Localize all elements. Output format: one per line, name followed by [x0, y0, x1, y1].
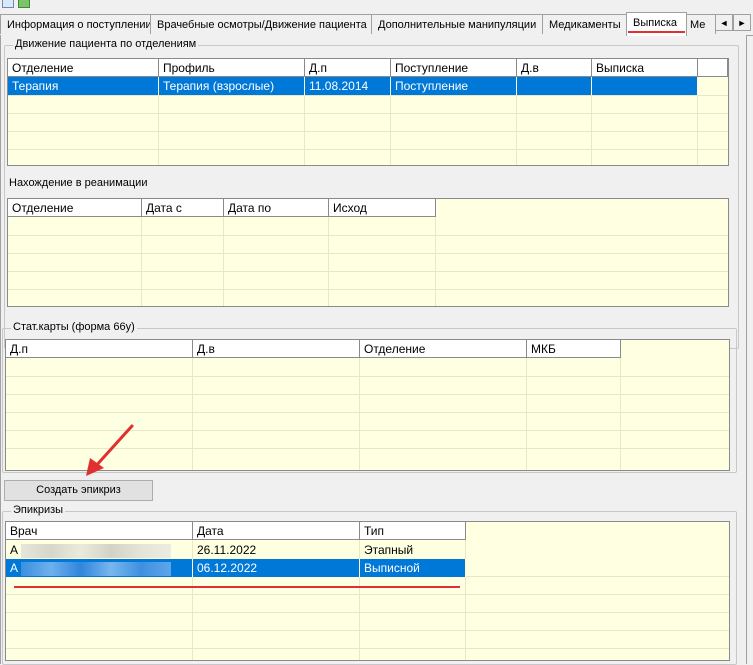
chevron-right-icon: ► [737, 18, 747, 28]
col-header-type[interactable]: Тип [360, 522, 466, 540]
active-tab-annotation [628, 31, 685, 33]
save-icon[interactable] [18, 0, 30, 8]
epicrises-legend: Эпикризы [11, 504, 66, 516]
col-header-otdelenie[interactable]: Отделение [8, 199, 142, 217]
reanimation-grid-header: Отделение Дата с Дата по Исход [8, 199, 436, 217]
tab-admission-info[interactable]: Информация о поступлении [0, 14, 152, 34]
col-header-vypiska[interactable]: Выписка [592, 59, 698, 77]
tab-extra-procedures[interactable]: Дополнительные манипуляции [371, 14, 543, 34]
tab-label: Информация о поступлении [7, 19, 152, 31]
col-header-postuplenie[interactable]: Поступление [391, 59, 517, 77]
table-row[interactable]: Терапия Терапия (взрослые) 11.08.2014 По… [8, 77, 698, 95]
col-header-date-to[interactable]: Дата по [224, 199, 329, 217]
movement-legend: Движение пациента по отделениям [13, 38, 199, 50]
tab-scroll-right-button[interactable]: ► [733, 14, 751, 31]
tab-doctor-exams[interactable]: Врачебные осмотры/Движение пациента [150, 14, 372, 34]
cell-postuplenie: Поступление [391, 77, 517, 95]
tab-label: Ме [690, 19, 706, 31]
tab-scroll-arrows: ◄ ► [715, 14, 753, 32]
selected-row-annotation [14, 586, 460, 588]
cell-type: Выписной [360, 559, 466, 577]
table-row[interactable]: А 26.11.2022 Этапный [6, 541, 466, 559]
col-header-outcome[interactable]: Исход [329, 199, 436, 217]
col-header-dp[interactable]: Д.п [305, 59, 391, 77]
cell-vypiska [592, 77, 698, 95]
cell-date: 26.11.2022 [193, 541, 360, 559]
tab-label: Выписка [633, 17, 678, 29]
col-header-otdelenie[interactable]: Отделение [8, 59, 159, 77]
col-header-filler [698, 59, 728, 77]
table-row[interactable]: А 06.12.2022 Выписной [6, 559, 466, 577]
reanimation-label: Нахождение в реанимации [9, 177, 148, 189]
annotation-arrow-icon [86, 424, 134, 476]
doctor-name-visible: А [10, 561, 19, 575]
cell-dv [517, 77, 592, 95]
reanimation-grid[interactable]: Отделение Дата с Дата по Исход [7, 198, 729, 307]
tab-label: Дополнительные манипуляции [378, 19, 537, 31]
cell-otdelenie: Терапия [8, 77, 159, 95]
statcards-grid-header: Д.п Д.в Отделение МКБ [6, 340, 621, 358]
redacted-doctor-name [21, 543, 172, 558]
col-header-otdelenie[interactable]: Отделение [360, 340, 527, 358]
cell-doctor: А [6, 541, 193, 559]
tab-medications[interactable]: Медикаменты [542, 14, 627, 34]
tab-scroll-left-button[interactable]: ◄ [715, 14, 733, 31]
col-header-mkb[interactable]: МКБ [527, 340, 621, 358]
cell-doctor: А [6, 559, 193, 577]
col-header-dp[interactable]: Д.п [6, 340, 193, 358]
col-header-dv[interactable]: Д.в [517, 59, 592, 77]
col-header-dv[interactable]: Д.в [193, 340, 360, 358]
tab-more[interactable]: Ме [686, 14, 716, 34]
create-epicrisis-button[interactable]: Создать эпикриз [4, 480, 153, 501]
window-titlebar [0, 0, 753, 8]
epicrises-grid-header: Врач Дата Тип [6, 522, 466, 540]
app-icon [2, 0, 14, 8]
tab-label: Врачебные осмотры/Движение пациента [157, 19, 367, 31]
cell-dp: 11.08.2014 [305, 77, 391, 95]
discharge-tab-panel: Движение пациента по отделениям Отделени… [0, 35, 747, 665]
cell-date: 06.12.2022 [193, 559, 360, 577]
col-header-date[interactable]: Дата [193, 522, 360, 540]
tab-label: Медикаменты [549, 19, 621, 31]
cell-profil: Терапия (взрослые) [159, 77, 305, 95]
epicrises-grid[interactable]: Врач Дата Тип А 26.11.2022 Этапный А 06.… [5, 521, 730, 661]
movement-grid-header: Отделение Профиль Д.п Поступление Д.в Вы… [8, 59, 728, 77]
col-header-doctor[interactable]: Врач [6, 522, 193, 540]
cell-type: Этапный [360, 541, 466, 559]
statcards-legend: Стат.карты (форма 66у) [11, 321, 137, 333]
movement-grid[interactable]: Отделение Профиль Д.п Поступление Д.в Вы… [7, 58, 729, 166]
doctor-name-visible: А [10, 543, 19, 557]
redacted-doctor-name [21, 561, 172, 576]
col-header-profil[interactable]: Профиль [159, 59, 305, 77]
col-header-date-from[interactable]: Дата с [142, 199, 224, 217]
chevron-left-icon: ◄ [719, 18, 729, 28]
